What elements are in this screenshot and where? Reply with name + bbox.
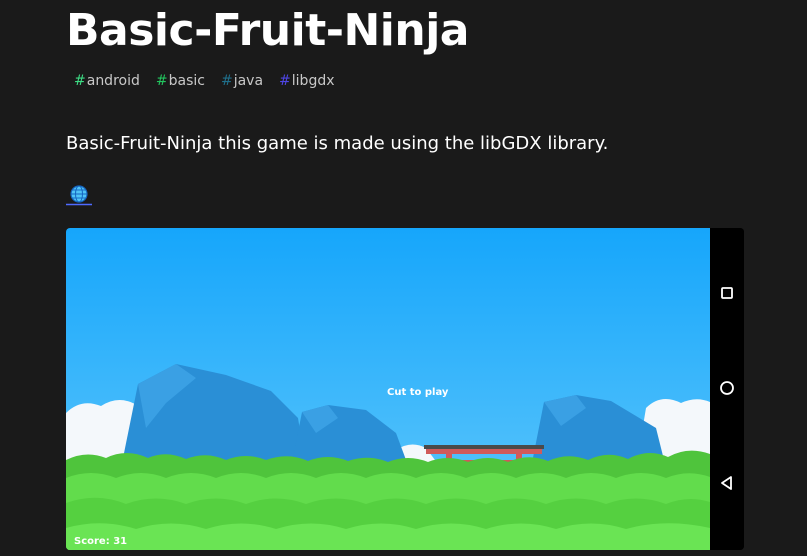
tag-label: basic [168,73,205,89]
tag-basic[interactable]: #basic [156,71,205,91]
bushes [66,450,710,550]
game-area[interactable]: Cut to play Score: 31 [66,228,710,550]
cut-to-play-prompt: Cut to play [387,387,449,398]
recents-button[interactable] [717,283,737,303]
tag-android[interactable]: #android [74,71,140,91]
tag-libgdx[interactable]: #libgdx [279,71,334,91]
website-link[interactable] [66,184,92,206]
tag-java[interactable]: #java [221,71,263,91]
tag-hash: # [220,73,233,89]
tag-label: java [233,73,264,89]
tag-label: libgdx [291,73,335,89]
tag-label: android [86,73,140,89]
tag-hash: # [279,73,291,89]
recents-icon [721,287,733,299]
tag-list: #android #basic #java #libgdx [74,71,335,91]
back-button[interactable] [717,473,737,493]
globe-icon [66,185,92,206]
back-icon [721,476,732,490]
home-button[interactable] [717,378,737,398]
android-nav-bar [710,228,744,550]
tag-hash: # [155,73,168,89]
project-description: Basic-Fruit-Ninja this game is made usin… [66,133,609,154]
page-title: Basic-Fruit-Ninja [66,5,470,56]
tag-hash: # [74,73,86,89]
score-label: Score: 31 [74,536,128,547]
game-screenshot: Cut to play Score: 31 [66,228,744,550]
home-icon [720,381,734,395]
